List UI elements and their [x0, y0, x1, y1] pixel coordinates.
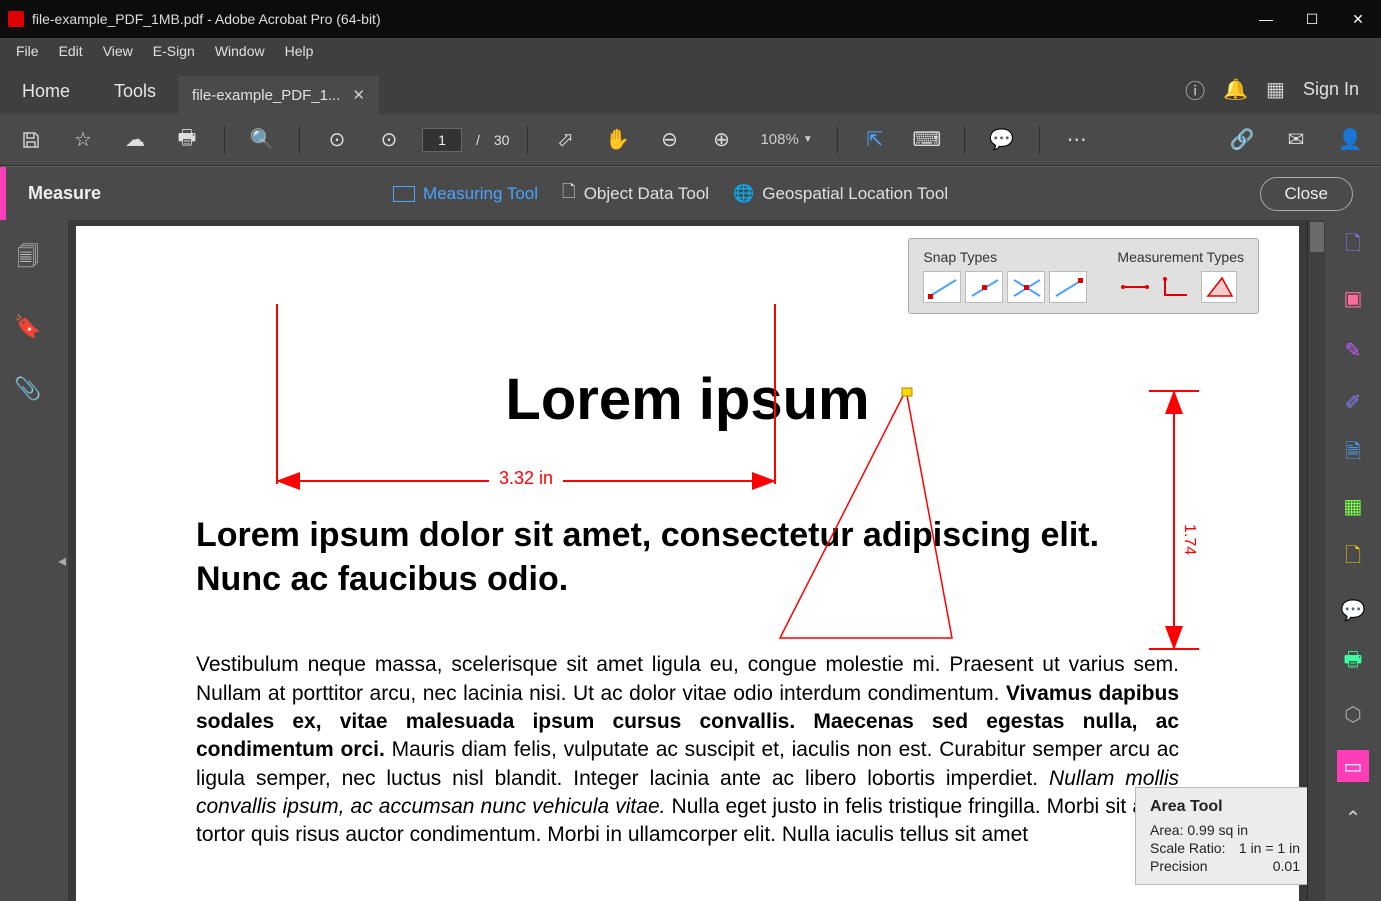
- mail-icon[interactable]: ✉: [1277, 121, 1315, 159]
- document-viewport[interactable]: Lorem ipsum Lorem ipsum dolor sit amet, …: [68, 220, 1307, 901]
- ruler-icon: [393, 186, 415, 202]
- measure-title: Measure: [28, 183, 101, 204]
- more-icon[interactable]: ⋯: [1058, 121, 1096, 159]
- area-type-button[interactable]: [1201, 271, 1237, 303]
- fill-sign-icon[interactable]: ✎: [1337, 334, 1369, 366]
- page-separator: /: [476, 132, 480, 148]
- page-down-icon[interactable]: ⊙: [370, 121, 408, 159]
- sign-in-button[interactable]: Sign In: [1303, 79, 1359, 100]
- keyboard-icon[interactable]: ⌨: [908, 121, 946, 159]
- export-icon[interactable]: 🗎: [1337, 438, 1369, 470]
- expand-panel-icon[interactable]: ⌃: [1337, 802, 1369, 834]
- doc-heading-2: Lorem ipsum dolor sit amet, consectetur …: [196, 513, 1179, 601]
- zoom-dropdown[interactable]: 108% ▼: [754, 131, 818, 148]
- measure-toolbar: Measure Measuring Tool 🗋 Object Data Too…: [0, 166, 1381, 220]
- create-pdf-icon[interactable]: 🗋: [1337, 230, 1369, 262]
- protect-icon[interactable]: ⬡: [1337, 698, 1369, 730]
- menu-esign[interactable]: E-Sign: [143, 40, 205, 62]
- snap-types-popup: Snap Types Measurement Types: [908, 238, 1259, 314]
- comments-icon[interactable]: 💬: [1337, 594, 1369, 626]
- notifications-icon[interactable]: 🔔: [1223, 77, 1248, 102]
- minimize-button[interactable]: —: [1243, 0, 1289, 38]
- save-icon[interactable]: [12, 121, 50, 159]
- page-number-input[interactable]: [422, 128, 462, 152]
- doc-paragraph: Vestibulum neque massa, scelerisque sit …: [196, 651, 1179, 849]
- snap-intersection-button[interactable]: [1007, 271, 1045, 303]
- menu-bar: File Edit View E-Sign Window Help: [0, 38, 1381, 64]
- organize-icon[interactable]: ▦: [1337, 490, 1369, 522]
- zoom-out-icon[interactable]: ⊖: [650, 121, 688, 159]
- menu-help[interactable]: Help: [275, 40, 324, 62]
- tab-bar: Home Tools file-example_PDF_1... ✕ ⓘ 🔔 ▦…: [0, 64, 1381, 114]
- hand-icon[interactable]: ✋: [598, 121, 636, 159]
- print-icon[interactable]: 🖶: [168, 121, 206, 159]
- document-tab-label: file-example_PDF_1...: [192, 87, 340, 104]
- pdf-page: Lorem ipsum Lorem ipsum dolor sit amet, …: [76, 226, 1299, 901]
- close-measure-button[interactable]: Close: [1260, 177, 1353, 211]
- snap-endpoint-button[interactable]: [923, 271, 961, 303]
- comment-icon[interactable]: 💬: [983, 121, 1021, 159]
- app-icon: [8, 11, 24, 27]
- search-icon[interactable]: 🔍: [243, 121, 281, 159]
- object-data-icon: 🗋: [562, 179, 576, 208]
- fit-width-icon[interactable]: ⇱: [856, 121, 894, 159]
- help-icon[interactable]: ⓘ: [1185, 75, 1205, 104]
- document-tab[interactable]: file-example_PDF_1... ✕: [178, 76, 379, 114]
- geospatial-tool-button[interactable]: 🌐 Geospatial Location Tool: [721, 178, 960, 210]
- attachments-icon[interactable]: 📎: [14, 376, 41, 402]
- home-tab[interactable]: Home: [0, 69, 92, 114]
- link-icon[interactable]: 🔗: [1223, 121, 1261, 159]
- object-data-tool-button[interactable]: 🗋 Object Data Tool: [550, 173, 721, 214]
- area-tool-popup: Area Tool Area: 0.99 sq in Scale Ratio:1…: [1135, 787, 1307, 885]
- right-tools-panel: 🗋 ▣ ✎ ✐ 🗎 ▦ 🗋 💬 🖶 ⬡ ▭ ⌃: [1325, 220, 1381, 901]
- scrollbar-thumb[interactable]: [1310, 222, 1324, 252]
- window-title: file-example_PDF_1MB.pdf - Adobe Acrobat…: [32, 11, 381, 27]
- snap-perpendicular-button[interactable]: [1049, 271, 1087, 303]
- vertical-scrollbar[interactable]: [1307, 220, 1325, 901]
- perimeter-type-button[interactable]: [1159, 271, 1195, 303]
- distance-type-button[interactable]: [1117, 271, 1153, 303]
- profile-icon[interactable]: 👤: [1331, 121, 1369, 159]
- tools-tab[interactable]: Tools: [92, 69, 178, 114]
- close-tab-icon[interactable]: ✕: [352, 86, 365, 104]
- close-window-button[interactable]: ✕: [1335, 0, 1381, 38]
- menu-file[interactable]: File: [6, 40, 49, 62]
- page-up-icon[interactable]: ⊙: [318, 121, 356, 159]
- maximize-button[interactable]: ☐: [1289, 0, 1335, 38]
- area-tool-title: Area Tool: [1150, 798, 1300, 816]
- measurement-types-label: Measurement Types: [1117, 249, 1244, 265]
- main-toolbar: ☆ ☁ 🖶 🔍 ⊙ ⊙ / 30 ⬀ ✋ ⊖ ⊕ 108% ▼ ⇱ ⌨ 💬 ⋯ …: [0, 114, 1381, 166]
- collapse-left-button[interactable]: ◂: [56, 220, 68, 901]
- bookmarks-icon[interactable]: 🔖: [14, 314, 41, 340]
- page-total: 30: [494, 132, 510, 148]
- left-sidebar: 🗐 🔖 📎: [0, 220, 56, 901]
- star-icon[interactable]: ☆: [64, 121, 102, 159]
- v-dim-label: 1.74: [1180, 520, 1198, 559]
- globe-icon: 🌐: [733, 184, 754, 204]
- title-bar: file-example_PDF_1MB.pdf - Adobe Acrobat…: [0, 0, 1381, 38]
- measure-accent: [0, 167, 6, 221]
- measuring-tool-button[interactable]: Measuring Tool: [381, 178, 550, 210]
- h-dim-label: 3.32 in: [489, 468, 563, 489]
- menu-edit[interactable]: Edit: [49, 40, 93, 62]
- menu-window[interactable]: Window: [205, 40, 275, 62]
- snap-types-label: Snap Types: [923, 249, 1087, 265]
- cloud-icon[interactable]: ☁: [116, 121, 154, 159]
- compress-icon[interactable]: 🗋: [1337, 542, 1369, 574]
- combine-icon[interactable]: ▣: [1337, 282, 1369, 314]
- edit-pdf-icon[interactable]: ✐: [1337, 386, 1369, 418]
- select-icon[interactable]: ⬀: [546, 121, 584, 159]
- measure-panel-icon[interactable]: ▭: [1337, 750, 1369, 782]
- share-icon[interactable]: 🖶: [1337, 646, 1369, 678]
- apps-icon[interactable]: ▦: [1266, 77, 1285, 102]
- menu-view[interactable]: View: [93, 40, 143, 62]
- snap-midpoint-button[interactable]: [965, 271, 1003, 303]
- doc-heading-1: Lorem ipsum: [196, 366, 1179, 433]
- zoom-in-icon[interactable]: ⊕: [702, 121, 740, 159]
- thumbnails-icon[interactable]: 🗐: [17, 240, 39, 278]
